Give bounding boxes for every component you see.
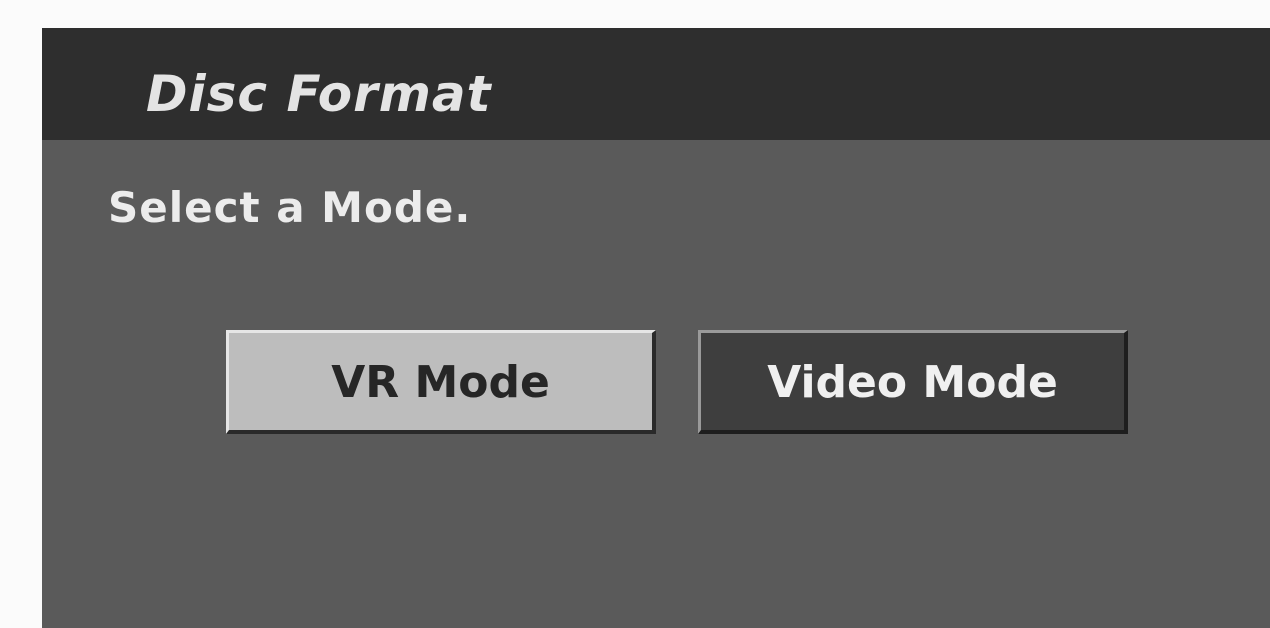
dialog-title: Disc Format	[146, 65, 492, 123]
video-mode-label: Video Mode	[767, 357, 1058, 408]
mode-prompt: Select a Mode.	[108, 183, 472, 232]
vr-mode-button[interactable]: VR Mode	[226, 330, 656, 434]
video-mode-button[interactable]: Video Mode	[698, 330, 1128, 434]
vr-mode-label: VR Mode	[331, 357, 550, 408]
title-bar: Disc Format	[42, 28, 1270, 140]
disc-format-screen: Disc Format Select a Mode. VR Mode Video…	[42, 28, 1270, 628]
